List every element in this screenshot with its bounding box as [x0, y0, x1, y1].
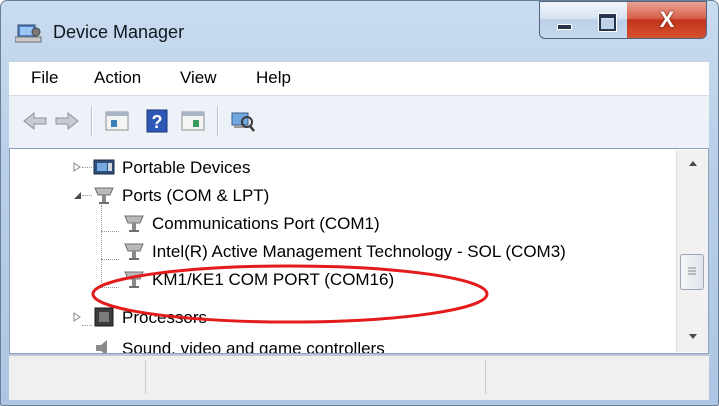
properties-icon[interactable] [103, 108, 131, 134]
tree-node-processors[interactable]: Processors [10, 304, 670, 332]
title-bar[interactable]: Device Manager X [1, 1, 718, 61]
menu-view[interactable]: View [180, 68, 217, 88]
port-icon [124, 243, 144, 260]
device-tree[interactable]: Portable Devices Ports (COM & LPT) Commu… [9, 148, 709, 354]
window-title: Device Manager [53, 22, 185, 42]
sound-icon [96, 340, 107, 353]
status-bar [9, 355, 709, 400]
close-button[interactable]: X [627, 1, 707, 39]
tree-node-label: Intel(R) Active Management Technology - … [152, 242, 566, 261]
tree-node-ports[interactable]: Ports (COM & LPT) [10, 182, 670, 210]
scroll-down-arrow-icon[interactable] [683, 326, 703, 346]
expand-arrow-icon[interactable] [72, 312, 82, 322]
tree-node-com16[interactable]: KM1/KE1 COM PORT (COM16) [10, 266, 670, 294]
minimize-icon [557, 24, 572, 30]
scan-hardware-icon[interactable] [229, 108, 257, 134]
toolbar-separator [91, 106, 93, 136]
back-icon[interactable] [21, 108, 49, 134]
svg-text:?: ? [152, 112, 163, 132]
scrollbar-thumb[interactable] [680, 254, 704, 290]
maximize-icon [599, 14, 616, 31]
maximize-button[interactable] [585, 1, 628, 39]
tree-node-label: Communications Port (COM1) [152, 214, 380, 233]
tree-node-label: Ports (COM & LPT) [122, 186, 270, 205]
tree-node-com3[interactable]: Intel(R) Active Management Technology - … [10, 238, 670, 266]
port-icon [94, 187, 114, 204]
tree-node-com1[interactable]: Communications Port (COM1) [10, 210, 670, 238]
tree-node-label: Processors [122, 308, 208, 327]
device-manager-window: Device Manager X File Action View Help ?… [0, 0, 719, 406]
menu-action[interactable]: Action [94, 68, 141, 88]
collapse-arrow-icon[interactable] [72, 190, 82, 200]
tree-node-portable-devices[interactable]: Portable Devices [10, 154, 670, 182]
port-icon [124, 215, 144, 232]
view-pane-icon[interactable] [179, 108, 207, 134]
grip-icon [688, 267, 696, 275]
expand-arrow-icon[interactable] [72, 162, 82, 172]
tree-node-label: Portable Devices [122, 158, 251, 177]
minimize-button[interactable] [539, 1, 586, 39]
device-manager-icon [15, 24, 42, 43]
vertical-scrollbar[interactable] [676, 150, 708, 352]
toolbar: ? [9, 95, 709, 149]
status-pane [485, 360, 706, 394]
tree-node-sound[interactable]: Sound, video and game controllers [10, 335, 670, 354]
portable-devices-icon [93, 159, 115, 175]
menu-file[interactable]: File [31, 68, 58, 88]
menu-help[interactable]: Help [256, 68, 291, 88]
tree-node-label: KM1/KE1 COM PORT (COM16) [152, 270, 395, 289]
menu-bar: File Action View Help [9, 61, 709, 96]
port-icon [124, 271, 144, 288]
toolbar-separator [217, 106, 219, 136]
forward-icon[interactable] [53, 108, 81, 134]
help-icon[interactable]: ? [143, 108, 171, 134]
scroll-up-arrow-icon[interactable] [683, 154, 703, 174]
tree-node-label: Sound, video and game controllers [122, 339, 385, 354]
processor-icon [94, 307, 114, 327]
close-icon: X [659, 7, 675, 32]
status-pane [145, 360, 486, 394]
